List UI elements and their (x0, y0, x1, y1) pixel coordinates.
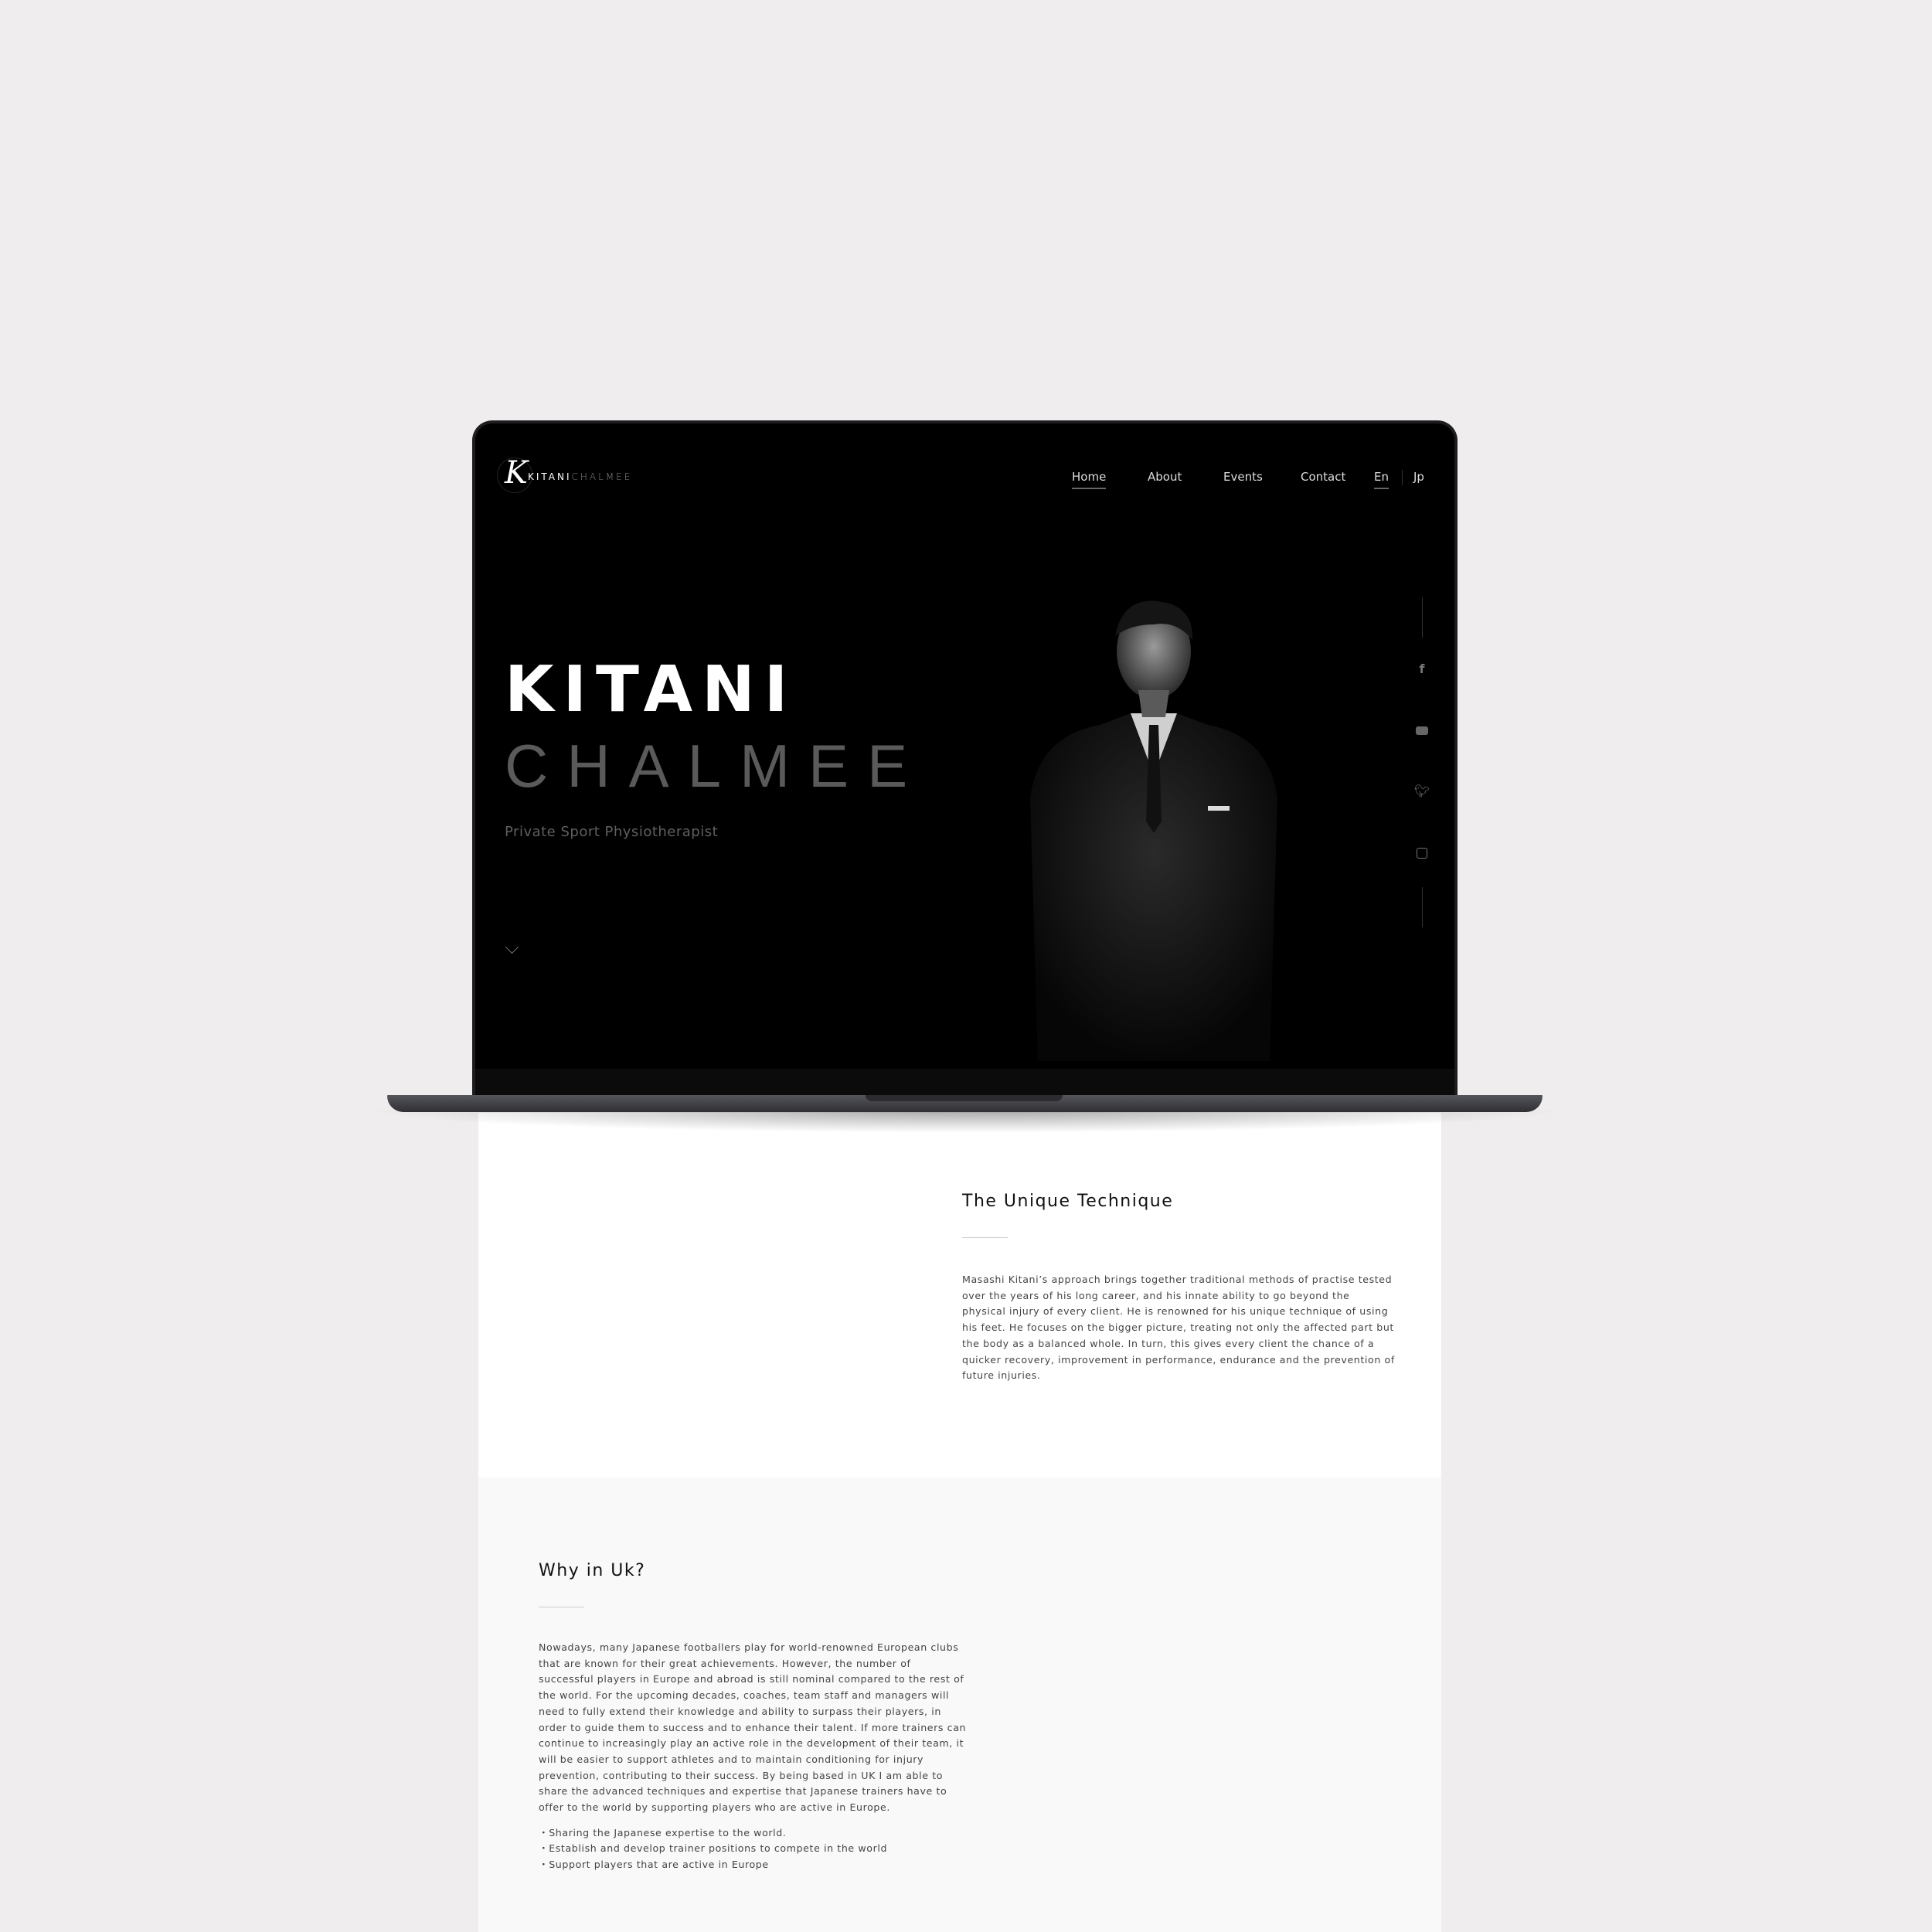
why-uk-section: Why in Uk? Nowadays, many Japanese footb… (539, 1561, 968, 1873)
portrait-image (1030, 600, 1277, 1061)
logo-name-bold: KITANI (528, 471, 572, 482)
why-uk-body: Nowadays, many Japanese footballers play… (539, 1641, 967, 1814)
logo-name-light: CHALMEE (571, 471, 633, 482)
laptop-notch (866, 1095, 1063, 1101)
bullet-item: Establish and develop trainer positions … (539, 1841, 968, 1857)
nav-home[interactable]: Home (1072, 470, 1107, 489)
laptop-shadow (363, 1110, 1569, 1133)
nav-about[interactable]: About (1148, 470, 1182, 484)
bullet-item: Sharing the Japanese expertise to the wo… (539, 1825, 968, 1842)
hero-subtitle: CHALMEE (505, 732, 927, 800)
hero-tagline: Private Sport Physiotherapist (505, 824, 719, 840)
lang-separator (1402, 470, 1403, 485)
nav-events[interactable]: Events (1223, 470, 1263, 484)
bullet-item: Support players that are active in Europ… (539, 1857, 968, 1873)
laptop-screen: K KITANICHALMEE Home About Events Contac… (475, 423, 1454, 1097)
technique-divider (962, 1237, 1008, 1238)
lang-en[interactable]: En (1374, 470, 1389, 489)
chevron-down-icon[interactable] (505, 940, 519, 954)
lang-jp[interactable]: Jp (1413, 470, 1424, 484)
technique-body: Masashi Kitani’s approach brings togethe… (962, 1274, 1395, 1382)
social-line-top (1422, 597, 1423, 638)
technique-section: The Unique Technique Masashi Kitani’s ap… (962, 1192, 1395, 1384)
youtube-icon[interactable] (1414, 723, 1430, 738)
instagram-icon[interactable] (1414, 845, 1430, 861)
screen-bottom-bezel (475, 1069, 1454, 1097)
nav-contact[interactable]: Contact (1301, 470, 1345, 484)
social-line-bottom (1422, 887, 1423, 927)
hero-title: KITANI (505, 653, 798, 726)
logo-text[interactable]: KITANICHALMEE (528, 471, 632, 482)
technique-heading: The Unique Technique (962, 1192, 1174, 1211)
why-uk-bullets: Sharing the Japanese expertise to the wo… (539, 1825, 968, 1873)
twitter-icon[interactable]: 🐦︎ (1414, 784, 1430, 798)
why-uk-heading: Why in Uk? (539, 1561, 646, 1580)
page-content-gray: Why in Uk? Nowadays, many Japanese footb… (478, 1478, 1441, 1932)
facebook-icon[interactable]: f (1414, 662, 1430, 676)
logo-mark[interactable]: K (505, 457, 528, 488)
